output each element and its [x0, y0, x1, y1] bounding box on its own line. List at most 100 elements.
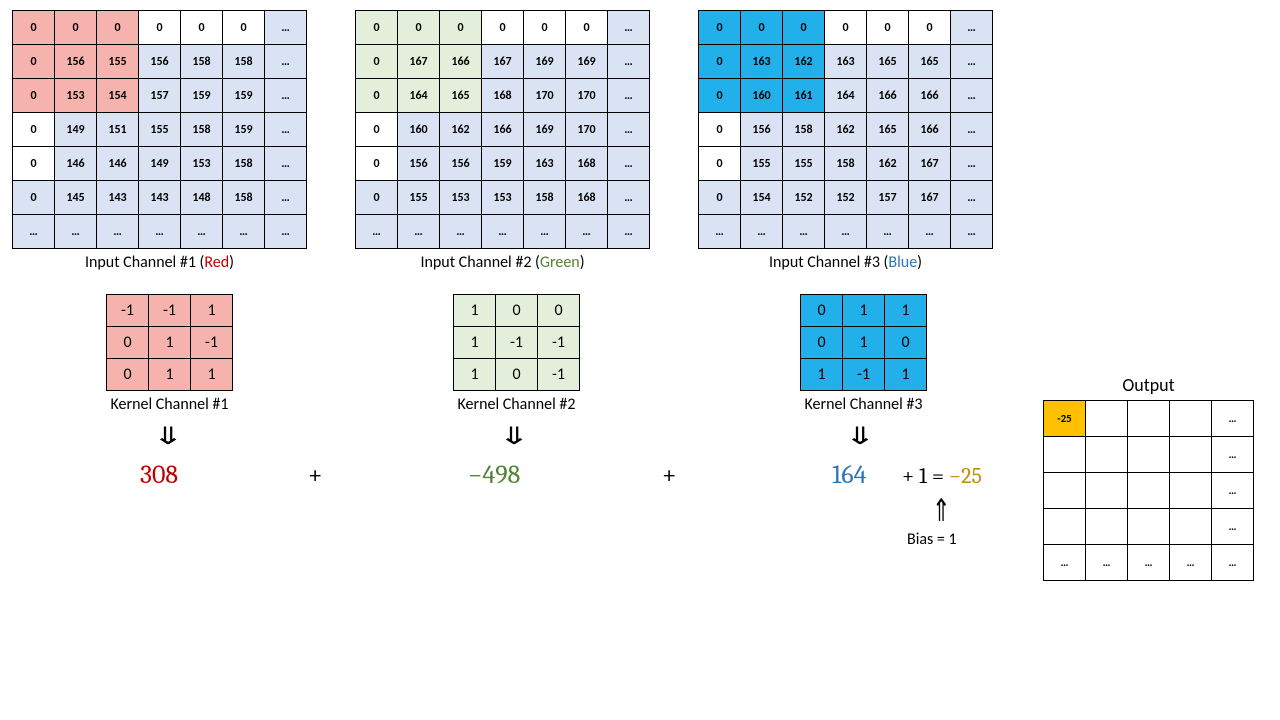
kernel-2: 1001-1-110-1 Kernel Channel #2 — [453, 294, 580, 414]
cell: 0 — [356, 147, 398, 181]
cell: … — [909, 215, 951, 249]
cell: … — [825, 215, 867, 249]
cell: 162 — [440, 113, 482, 147]
cell: 165 — [867, 45, 909, 79]
plus-operator: + — [662, 460, 676, 490]
cell: 164 — [398, 79, 440, 113]
cell: 1 — [801, 359, 843, 391]
cell: 151 — [97, 113, 139, 147]
cell: … — [608, 147, 650, 181]
cell: … — [951, 79, 993, 113]
cell — [1044, 473, 1086, 509]
down-arrow-icon: ⇓ — [844, 422, 876, 451]
cell: 155 — [97, 45, 139, 79]
cell — [1086, 437, 1128, 473]
cell: … — [608, 45, 650, 79]
cell: 158 — [524, 181, 566, 215]
kernel-1: -1-1101-1011 Kernel Channel #1 — [106, 294, 233, 414]
cell: 0 — [139, 11, 181, 45]
cell: … — [1212, 437, 1254, 473]
cell: 153 — [482, 181, 524, 215]
cell: 148 — [181, 181, 223, 215]
cell: -25 — [1044, 401, 1086, 437]
cell — [1044, 437, 1086, 473]
input-channel-1: 000000…0156155156158158…0153154157159159… — [12, 10, 307, 272]
cell — [1170, 401, 1212, 437]
cell: 155 — [398, 181, 440, 215]
input-matrix-1: 000000…0156155156158158…0153154157159159… — [12, 10, 307, 249]
cell: 166 — [909, 113, 951, 147]
cell: -1 — [107, 295, 149, 327]
cell: … — [951, 147, 993, 181]
cell: … — [951, 11, 993, 45]
cell: 0 — [356, 113, 398, 147]
cell: 1 — [454, 295, 496, 327]
plus-operator: + — [308, 460, 322, 490]
cell: 162 — [825, 113, 867, 147]
cell: 162 — [783, 45, 825, 79]
cell: 156 — [440, 147, 482, 181]
input-channels-row: 000000…0156155156158158…0153154157159159… — [12, 10, 1268, 272]
cell — [1044, 509, 1086, 545]
cell: 0 — [566, 11, 608, 45]
cell: 156 — [741, 113, 783, 147]
kernel-matrix-3: 0110101-11 — [800, 294, 927, 391]
cell: 168 — [566, 181, 608, 215]
cell: … — [867, 215, 909, 249]
cell: 0 — [699, 45, 741, 79]
cell: 0 — [801, 327, 843, 359]
cell — [1128, 473, 1170, 509]
cell: 1 — [149, 359, 191, 391]
cell: … — [265, 45, 307, 79]
cell: 154 — [741, 181, 783, 215]
cell: 159 — [482, 147, 524, 181]
cell: … — [265, 181, 307, 215]
cell: … — [265, 79, 307, 113]
cell: … — [1212, 545, 1254, 581]
cell: -1 — [191, 327, 233, 359]
cell: 159 — [223, 113, 265, 147]
cell: 158 — [223, 147, 265, 181]
cell: 167 — [909, 147, 951, 181]
cell: … — [1128, 545, 1170, 581]
cell: 0 — [55, 11, 97, 45]
cell: 0 — [801, 295, 843, 327]
partial-sum-3: 164 — [832, 460, 866, 490]
cell: … — [440, 215, 482, 249]
cell: 168 — [566, 147, 608, 181]
cell: 153 — [55, 79, 97, 113]
cell: 169 — [566, 45, 608, 79]
cell: 0 — [440, 11, 482, 45]
cell: 0 — [699, 11, 741, 45]
cell: 158 — [223, 45, 265, 79]
cell: 166 — [867, 79, 909, 113]
cell: … — [55, 215, 97, 249]
cell: … — [951, 215, 993, 249]
input-caption-3: Input Channel #3 (Blue) — [769, 253, 922, 272]
output-matrix: -25……………………… — [1043, 400, 1254, 581]
cell: 0 — [356, 79, 398, 113]
cell: -1 — [149, 295, 191, 327]
cell: 155 — [139, 113, 181, 147]
cell: 1 — [149, 327, 191, 359]
cell: 159 — [181, 79, 223, 113]
cell: 165 — [909, 45, 951, 79]
cell: 154 — [97, 79, 139, 113]
cell: 1 — [191, 359, 233, 391]
cell: 146 — [97, 147, 139, 181]
output-block: Output -25……………………… — [1043, 374, 1254, 581]
cell: 0 — [885, 327, 927, 359]
cell: 0 — [13, 147, 55, 181]
cell: 1 — [454, 327, 496, 359]
cell: 163 — [524, 147, 566, 181]
cell: 1 — [843, 327, 885, 359]
cell: … — [951, 181, 993, 215]
calculation-row: ⇓ ⇓ ⇓ 308 + −498 + 164 + 1 = −25 ⇑ Bias … — [12, 414, 1268, 614]
cell: 0 — [699, 79, 741, 113]
cell: 0 — [741, 11, 783, 45]
cell: … — [265, 215, 307, 249]
cell: 0 — [97, 11, 139, 45]
cell: … — [356, 215, 398, 249]
cell: 170 — [566, 79, 608, 113]
cell: 158 — [223, 181, 265, 215]
